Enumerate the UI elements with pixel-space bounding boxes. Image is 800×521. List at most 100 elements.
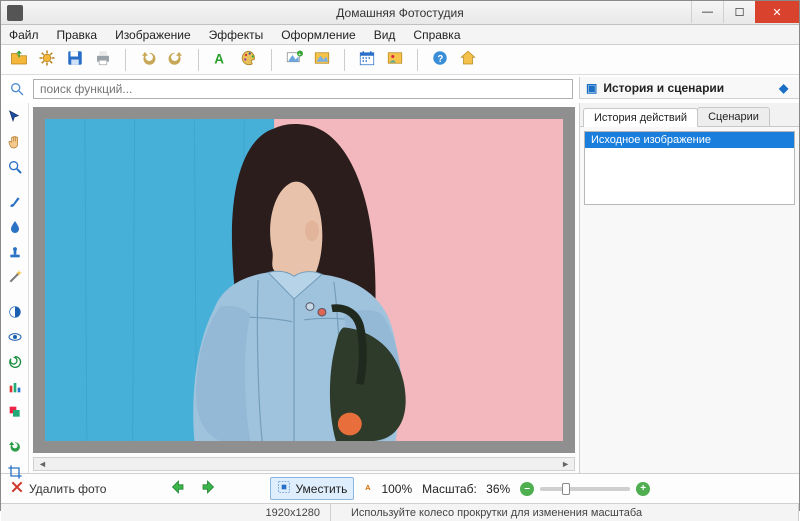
gallery-icon bbox=[313, 49, 331, 70]
palette-icon bbox=[240, 49, 258, 70]
brush-tool[interactable] bbox=[4, 194, 26, 213]
fit-button[interactable]: Уместить bbox=[270, 477, 354, 500]
undo-icon bbox=[139, 49, 157, 70]
rotate-icon bbox=[7, 439, 23, 458]
layers-icon bbox=[7, 404, 23, 423]
levels-tool[interactable] bbox=[4, 379, 26, 398]
redo-button[interactable] bbox=[164, 48, 188, 72]
arrow-left-icon bbox=[167, 478, 187, 499]
scroll-left-icon[interactable]: ◄ bbox=[34, 459, 51, 469]
canvas[interactable] bbox=[33, 107, 575, 453]
bars-icon bbox=[7, 379, 23, 398]
help-button[interactable]: ? bbox=[428, 48, 452, 72]
layers-tool[interactable] bbox=[4, 404, 26, 423]
menu-help[interactable]: Справка bbox=[409, 26, 464, 44]
right-panel-title: ▣ История и сценарии ◆ bbox=[579, 77, 799, 99]
right-panel-tabs: История действий Сценарии bbox=[580, 103, 799, 127]
contrast-icon bbox=[7, 304, 23, 323]
scale-label: Масштаб: bbox=[422, 482, 477, 496]
delete-photo-button[interactable]: Удалить фото bbox=[9, 479, 106, 498]
pointer-tool[interactable] bbox=[4, 109, 26, 128]
zoom-100-button[interactable]: A 100% bbox=[364, 480, 412, 497]
panel-title-text: История и сценарии bbox=[603, 81, 724, 95]
menu-image[interactable]: Изображение bbox=[111, 26, 195, 44]
swirl-tool[interactable] bbox=[4, 354, 26, 373]
menu-edit[interactable]: Правка bbox=[53, 26, 102, 44]
zoom-tool[interactable] bbox=[4, 159, 26, 178]
collapse-icon[interactable]: ◆ bbox=[779, 81, 793, 95]
tab-history[interactable]: История действий bbox=[583, 108, 698, 127]
insert-image-button[interactable]: + bbox=[282, 48, 306, 72]
contrast-tool[interactable] bbox=[4, 304, 26, 323]
calendar-button[interactable] bbox=[355, 48, 379, 72]
zoom-slider[interactable] bbox=[540, 487, 630, 491]
wand-icon bbox=[7, 269, 23, 288]
menu-design[interactable]: Оформление bbox=[277, 26, 359, 44]
zoom-controls: – + bbox=[520, 482, 650, 496]
stamp-tool[interactable] bbox=[4, 244, 26, 263]
main-area: ◄ ► История действий Сценарии Исходное и… bbox=[1, 103, 799, 473]
app-icon bbox=[7, 5, 23, 21]
scroll-right-icon[interactable]: ► bbox=[557, 459, 574, 469]
hand-tool[interactable] bbox=[4, 134, 26, 153]
search-row bbox=[1, 75, 579, 103]
canvas-area: ◄ ► bbox=[29, 103, 579, 473]
brush-icon bbox=[7, 194, 23, 213]
save-button[interactable] bbox=[63, 48, 87, 72]
search-icon bbox=[7, 79, 27, 99]
tab-scenarios[interactable]: Сценарии bbox=[697, 107, 770, 126]
minimize-button[interactable]: — bbox=[691, 1, 723, 23]
zoom-slider-thumb[interactable] bbox=[562, 483, 570, 495]
horizontal-scrollbar[interactable]: ◄ ► bbox=[33, 457, 575, 471]
zoom-in-button[interactable]: + bbox=[636, 482, 650, 496]
rotate-tool[interactable] bbox=[4, 439, 26, 458]
menu-view[interactable]: Вид bbox=[370, 26, 400, 44]
svg-text:+: + bbox=[298, 52, 301, 58]
window-controls: — ☐ ✕ bbox=[691, 1, 799, 25]
print-button[interactable] bbox=[91, 48, 115, 72]
history-item[interactable]: Исходное изображение bbox=[585, 132, 794, 148]
open-button[interactable] bbox=[7, 48, 31, 72]
next-button[interactable] bbox=[198, 479, 220, 499]
delete-icon bbox=[9, 479, 25, 498]
postcard-button[interactable] bbox=[383, 48, 407, 72]
menu-effects[interactable]: Эффекты bbox=[205, 26, 268, 44]
save-icon bbox=[66, 49, 84, 70]
zoom-100-label: 100% bbox=[381, 482, 412, 496]
magnifier-icon bbox=[7, 159, 23, 178]
fit-icon bbox=[277, 480, 291, 497]
left-toolbar bbox=[1, 103, 29, 473]
svg-text:?: ? bbox=[437, 54, 443, 65]
calendar-icon bbox=[358, 49, 376, 70]
erase-tool[interactable] bbox=[4, 269, 26, 288]
swirl-icon bbox=[7, 354, 23, 373]
search-input[interactable] bbox=[33, 79, 573, 99]
fit-label: Уместить bbox=[295, 482, 347, 496]
zoom-100-icon: A bbox=[364, 480, 378, 497]
status-dimensions: 1920x1280 bbox=[1, 504, 331, 521]
settings-button[interactable] bbox=[35, 48, 59, 72]
palette-button[interactable] bbox=[237, 48, 261, 72]
pointer-icon bbox=[7, 109, 23, 128]
home-button[interactable] bbox=[456, 48, 480, 72]
home-icon bbox=[459, 49, 477, 70]
zoom-out-button[interactable]: – bbox=[520, 482, 534, 496]
eye-icon bbox=[7, 329, 23, 348]
titlebar: Домашняя Фотостудия — ☐ ✕ bbox=[1, 1, 799, 25]
gallery-button[interactable] bbox=[310, 48, 334, 72]
eye-tool[interactable] bbox=[4, 329, 26, 348]
toolbar: A + ? bbox=[1, 45, 799, 75]
right-panel: История действий Сценарии Исходное изобр… bbox=[579, 103, 799, 473]
menubar: Файл Правка Изображение Эффекты Оформлен… bbox=[1, 25, 799, 45]
text-button[interactable]: A bbox=[209, 48, 233, 72]
maximize-button[interactable]: ☐ bbox=[723, 1, 755, 23]
undo-button[interactable] bbox=[136, 48, 160, 72]
statusbar: 1920x1280 Используйте колесо прокрутки д… bbox=[1, 503, 799, 521]
menu-file[interactable]: Файл bbox=[5, 26, 43, 44]
hand-icon bbox=[7, 134, 23, 153]
drop-tool[interactable] bbox=[4, 219, 26, 238]
prev-button[interactable] bbox=[166, 479, 188, 499]
close-button[interactable]: ✕ bbox=[755, 1, 799, 23]
svg-text:A: A bbox=[366, 483, 372, 492]
history-list[interactable]: Исходное изображение bbox=[584, 131, 795, 205]
